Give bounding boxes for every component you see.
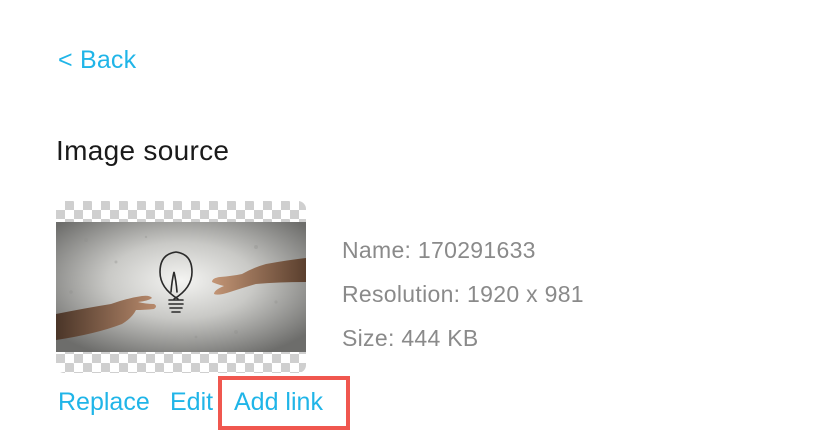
image-size: Size: 444 KB: [342, 325, 479, 351]
back-link[interactable]: < Back: [58, 46, 136, 75]
image-source-panel: < Back Image source Name: 170291633 Reso…: [0, 0, 828, 440]
edit-link[interactable]: Edit: [170, 388, 213, 417]
section-title: Image source: [56, 135, 230, 166]
replace-link[interactable]: Replace: [58, 388, 150, 417]
add-link-link[interactable]: Add link: [234, 388, 323, 417]
image-name: Name: 170291633: [342, 237, 536, 263]
image-metadata: Name: 170291633 Resolution: 1920 x 981 S…: [342, 228, 584, 360]
lightbulb-hands-photo: [56, 222, 306, 352]
image-thumbnail: [56, 201, 306, 373]
image-resolution: Resolution: 1920 x 981: [342, 281, 584, 307]
